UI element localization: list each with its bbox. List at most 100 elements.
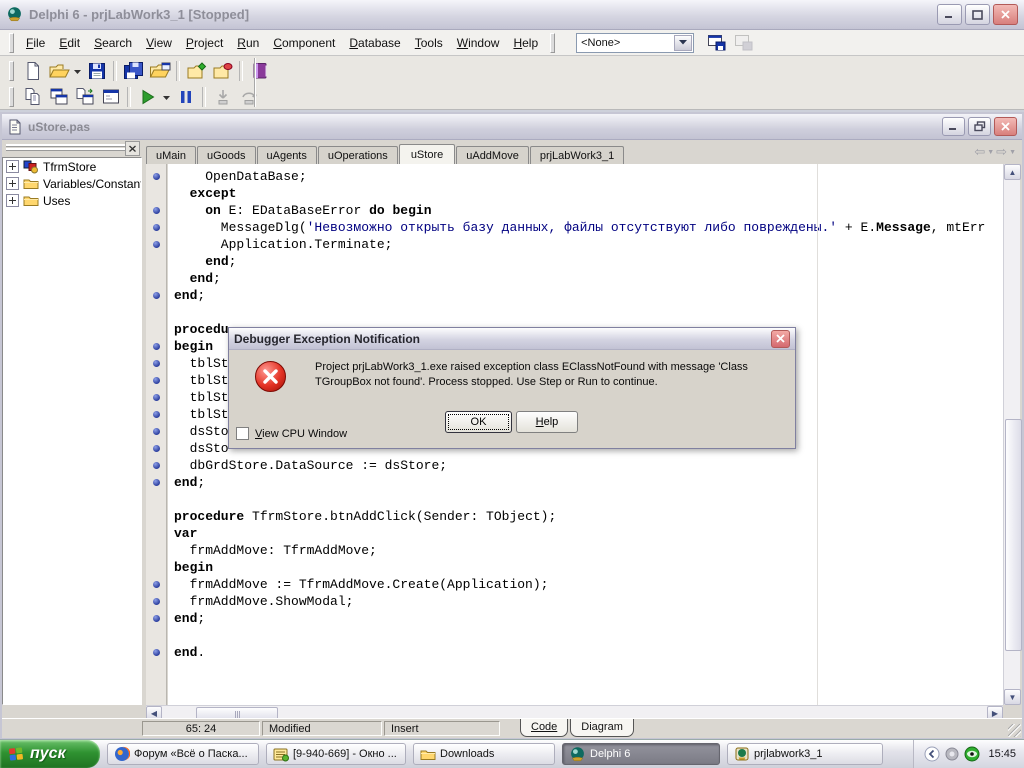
scroll-up-icon[interactable]: ▲ <box>1004 164 1021 180</box>
toolbar-area: StandardAdditionalWin32SystemData Access… <box>0 56 1024 110</box>
ok-button[interactable]: OK <box>445 411 512 433</box>
editor-minimize-button[interactable] <box>942 117 965 136</box>
save-all-button[interactable] <box>121 59 146 82</box>
task-button-2[interactable]: [9-940-669] - Окно ... <box>266 743 406 765</box>
trace-into-button[interactable] <box>210 85 235 108</box>
view-cpu-window-checkbox[interactable]: View CPU Window <box>236 427 347 440</box>
editor-tab-uaddmove[interactable]: uAddMove <box>456 146 529 164</box>
editor-tab-prjlabwork3_1[interactable]: prjLabWork3_1 <box>530 146 624 164</box>
task-button-4[interactable]: Delphi 6 <box>562 743 720 765</box>
menu-help[interactable]: Help <box>506 33 545 53</box>
new-file-button[interactable] <box>20 59 45 82</box>
main-window-titlebar[interactable]: Delphi 6 - prjLabWork3_1 [Stopped] <box>0 0 1024 30</box>
combo-grip[interactable] <box>550 33 555 53</box>
scroll-down-icon[interactable]: ▼ <box>1004 689 1021 705</box>
code-line: dbGrdStore.DataSource := dsStore; <box>174 457 1003 474</box>
start-button[interactable]: пуск <box>0 740 100 768</box>
menu-database[interactable]: Database <box>342 33 407 53</box>
help-book-button[interactable] <box>247 59 272 82</box>
debugger-exception-dialog: Debugger Exception Notification Project … <box>228 327 796 449</box>
breakpoint-dot <box>153 377 160 384</box>
menu-bar: FileEditSearchViewProjectRunComponentDat… <box>0 30 1024 56</box>
hide-icons-icon[interactable] <box>924 746 940 762</box>
expander-icon[interactable] <box>6 194 19 207</box>
toolbar-separator <box>127 87 131 107</box>
step-over-button[interactable] <box>236 85 261 108</box>
vertical-scrollbar[interactable]: ▲ ▼ <box>1003 164 1020 705</box>
back-dropdown-icon[interactable]: ▼ <box>987 149 994 156</box>
code-line <box>174 627 1003 644</box>
editor-tab-uagents[interactable]: uAgents <box>257 146 317 164</box>
task-button-1[interactable]: Форум «Всё о Паска... <box>107 743 259 765</box>
save-desktop-button[interactable] <box>704 31 729 54</box>
desktop-layout-combo[interactable]: <None> <box>576 33 694 53</box>
resize-grip[interactable] <box>1008 724 1021 737</box>
minimize-button[interactable] <box>937 4 962 25</box>
forward-arrow-icon[interactable]: ⇨ <box>996 144 1007 160</box>
maximize-button[interactable] <box>965 4 990 25</box>
tree-item-tfrmstore[interactable]: TfrmStore <box>3 158 141 175</box>
run-dropdown-button[interactable] <box>161 85 172 108</box>
code-explorer-grip[interactable] <box>6 144 126 151</box>
open-file-button[interactable] <box>46 59 71 82</box>
save-file-button[interactable] <box>84 59 109 82</box>
add-to-project-button[interactable] <box>184 59 209 82</box>
editor-restore-button[interactable] <box>968 117 991 136</box>
editor-tab-umain[interactable]: uMain <box>146 146 196 164</box>
vertical-scroll-thumb[interactable] <box>1005 419 1022 651</box>
menu-bar-items: FileEditSearchViewProjectRunComponentDat… <box>19 33 545 53</box>
tree-item-variables-constants[interactable]: Variables/Constants <box>3 175 141 192</box>
editor-close-button[interactable] <box>994 117 1017 136</box>
code-explorer-close-icon[interactable] <box>125 141 140 156</box>
menu-run[interactable]: Run <box>230 33 266 53</box>
task-button-5[interactable]: prjlabwork3_1 <box>727 743 883 765</box>
new-form-button[interactable] <box>98 85 123 108</box>
menu-project[interactable]: Project <box>179 33 230 53</box>
open-dropdown-button[interactable] <box>72 59 83 82</box>
chevron-down-icon[interactable] <box>674 35 692 51</box>
view-form-button[interactable] <box>46 85 71 108</box>
editor-tab-uoperations[interactable]: uOperations <box>318 146 398 164</box>
menu-search[interactable]: Search <box>87 33 139 53</box>
system-tray: 15:45 <box>913 740 1024 768</box>
breakpoint-dot <box>153 479 160 486</box>
toggle-form-unit-button[interactable] <box>72 85 97 108</box>
pause-button[interactable] <box>173 85 198 108</box>
editor-tab-ugoods[interactable]: uGoods <box>197 146 256 164</box>
editor-titlebar[interactable]: uStore.pas <box>2 114 1022 140</box>
help-button[interactable]: Help <box>516 411 578 433</box>
menu-file[interactable]: File <box>19 33 52 53</box>
tree-item-uses[interactable]: Uses <box>3 192 141 209</box>
open-project-button[interactable] <box>147 59 172 82</box>
expander-icon[interactable] <box>6 160 19 173</box>
code-line: end. <box>174 644 1003 661</box>
bottom-tab-code[interactable]: Code <box>520 719 568 737</box>
start-label: пуск <box>30 745 66 763</box>
close-button[interactable] <box>993 4 1018 25</box>
menu-view[interactable]: View <box>139 33 179 53</box>
volume-icon[interactable] <box>945 747 959 761</box>
forward-dropdown-icon[interactable]: ▼ <box>1009 149 1016 156</box>
dialog-titlebar[interactable]: Debugger Exception Notification <box>229 328 795 350</box>
toolbar-grip[interactable] <box>9 61 14 81</box>
menu-component[interactable]: Component <box>266 33 342 53</box>
checkbox-box[interactable] <box>236 427 249 440</box>
antivirus-icon[interactable] <box>964 746 980 762</box>
set-debug-desktop-button[interactable] <box>731 31 756 54</box>
menu-window[interactable]: Window <box>450 33 507 53</box>
editor-tab-ustore[interactable]: uStore <box>399 144 455 164</box>
task-button-3[interactable]: Downloads <box>413 743 555 765</box>
expander-icon[interactable] <box>6 177 19 190</box>
toolbar-grip[interactable] <box>9 87 14 107</box>
menubar-grip[interactable] <box>9 33 14 53</box>
back-arrow-icon[interactable]: ⇦ <box>974 144 985 160</box>
bottom-tab-diagram[interactable]: Diagram <box>570 719 634 737</box>
code-line: frmAddMove: TfrmAddMove; <box>174 542 1003 559</box>
view-unit-button[interactable] <box>20 85 45 108</box>
dialog-close-icon[interactable] <box>771 330 790 348</box>
menu-edit[interactable]: Edit <box>52 33 87 53</box>
run-button[interactable] <box>135 85 160 108</box>
desktop: Delphi 6 - prjLabWork3_1 [Stopped] FileE… <box>0 0 1024 768</box>
menu-tools[interactable]: Tools <box>408 33 450 53</box>
remove-from-project-button[interactable] <box>210 59 235 82</box>
